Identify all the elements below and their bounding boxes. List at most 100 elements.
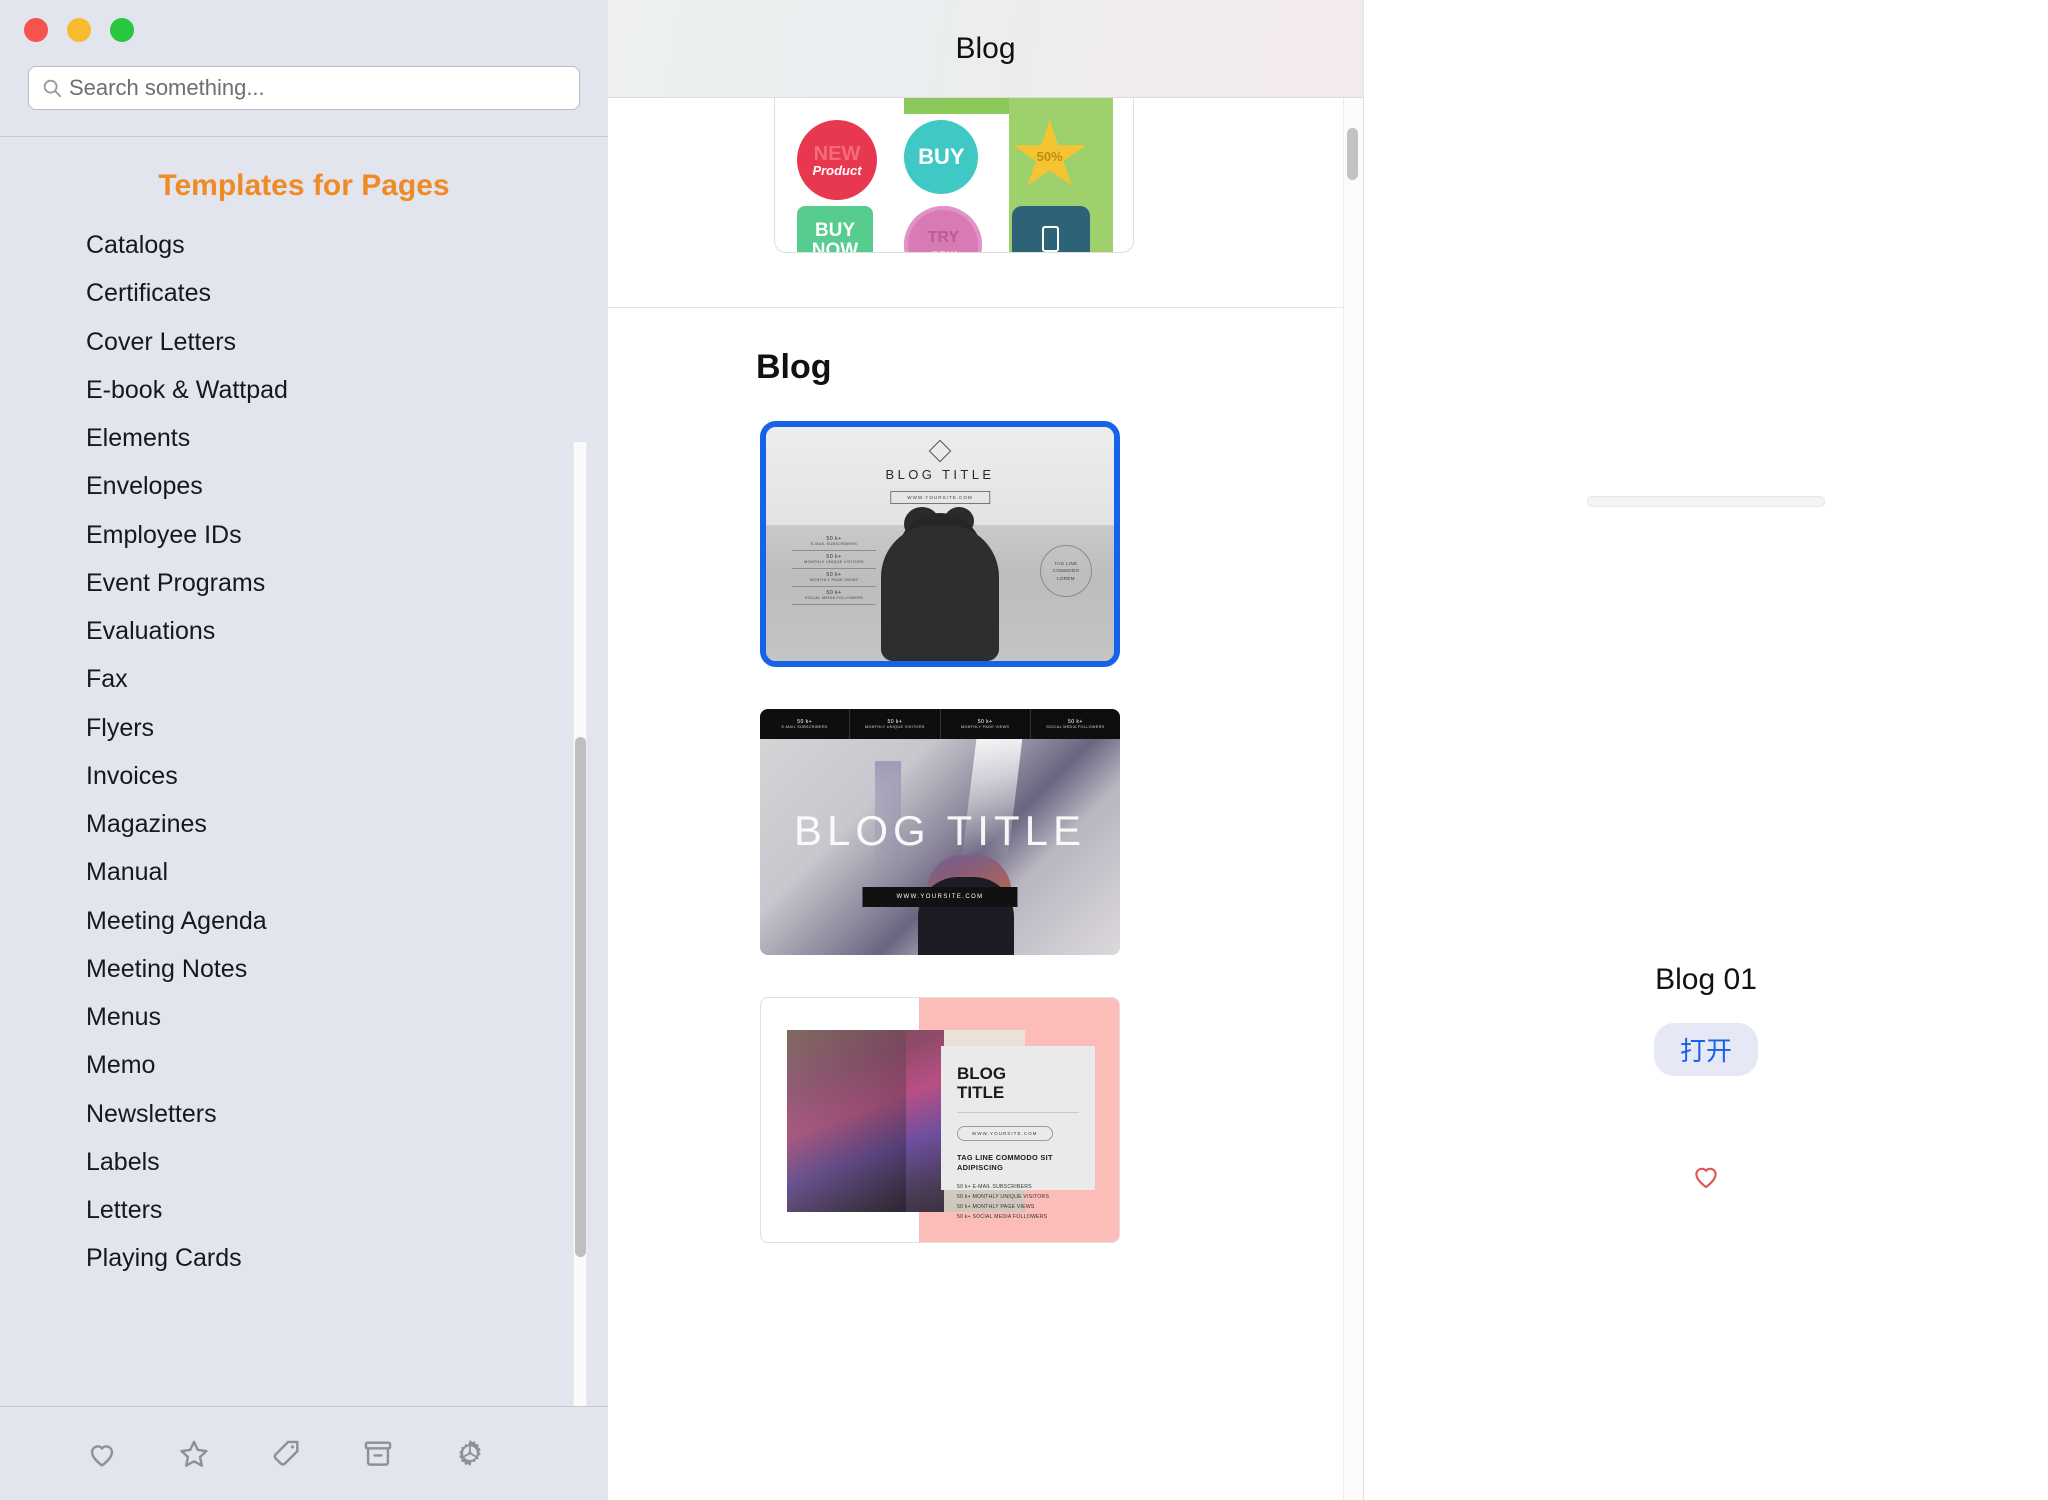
favorite-toggle[interactable]: [1689, 1160, 1723, 1197]
sidebar: Templates for Pages Catalogs Certificates…: [0, 0, 608, 1500]
stat-label: MONTHLY PAGE VIEWS: [961, 725, 1010, 729]
sidebar-scroll-area[interactable]: Templates for Pages Catalogs Certificates…: [0, 137, 608, 1406]
sidebar-item-meeting-agenda[interactable]: Meeting Agenda: [0, 897, 608, 945]
sticker-special-offer: SPECIAL OFFER 50% off: [904, 98, 1114, 252]
sidebar-item-catalogs[interactable]: Catalogs: [0, 221, 608, 269]
sidebar-item-label: Cover Letters: [86, 327, 237, 356]
window-controls: [0, 0, 608, 50]
thumbnail-title: BLOG: [957, 1064, 1007, 1083]
sidebar-item-evaluations[interactable]: Evaluations: [0, 607, 608, 655]
stat-row: 50 k+ MONTHLY PAGE VIEWS: [792, 569, 876, 587]
sidebar-scrollbar-thumb[interactable]: [575, 737, 586, 1257]
sticker-buy: BUY: [904, 120, 979, 194]
sticker-label: OFFER: [929, 98, 983, 100]
template-thumbnail-list: BLOG TITLE WWW.YOURSITE.COM 50 k+ E-MAIL …: [608, 387, 1363, 1243]
sidebar-item-label: Magazines: [86, 810, 207, 838]
sidebar-item-elements[interactable]: Elements: [0, 414, 608, 462]
sticker-try-now: TRY now: [904, 206, 983, 252]
sidebar-item-magazines[interactable]: Magazines: [0, 800, 608, 848]
sidebar-item-flyers[interactable]: Flyers: [0, 704, 608, 752]
tags-button[interactable]: [240, 1424, 332, 1484]
open-button[interactable]: 打开: [1653, 1023, 1759, 1076]
thumbnail-tagline: TAG LINE COMMODO SIT ADIPISCING: [957, 1153, 1053, 1173]
minimize-button[interactable]: [67, 18, 91, 42]
stat-row: 50 k+ E-MAIL SUBSCRIBERS: [792, 533, 876, 551]
sticker-label: BUY: [814, 219, 856, 241]
search-box[interactable]: [28, 66, 580, 110]
template-thumbnail-blog-01[interactable]: BLOG TITLE WWW.YOURSITE.COM 50 k+ E-MAIL …: [760, 421, 1120, 667]
heart-icon: [1695, 1167, 1717, 1189]
sidebar-item-playing-cards[interactable]: Playing Cards: [0, 1234, 608, 1282]
sidebar-item-meeting-notes[interactable]: Meeting Notes: [0, 945, 608, 993]
sidebar-item-label: Elements: [86, 424, 191, 452]
sidebar-item-label: Newsletters: [86, 1099, 217, 1128]
sidebar-item-memo[interactable]: Memo: [0, 1041, 608, 1089]
archive-button[interactable]: [332, 1424, 424, 1484]
stat-cell: 50 k+ MONTHLY UNIQUE VISITORS: [850, 709, 941, 739]
starred-button[interactable]: [148, 1424, 240, 1484]
thumbnail-title: TITLE: [957, 1083, 1005, 1103]
template-thumbnail-blog-03[interactable]: BLOG TITLE WWW.YOURSITE.COM TAG LINE COM…: [760, 997, 1120, 1243]
stat-label: SOCIAL MEDIA FOLLOWERS: [1046, 725, 1105, 729]
sidebar-item-label: E-book & Wattpad: [86, 375, 288, 404]
sidebar-item-manual[interactable]: Manual: [0, 848, 608, 896]
sidebar-scrollbar-track[interactable]: [573, 442, 587, 1406]
center-scrollbar-thumb[interactable]: [1347, 128, 1358, 180]
sticker-template-card[interactable]: BIG SALE ON THE EBAY JOIN NOW OFFER SPEC…: [774, 98, 1134, 253]
person-silhouette: [881, 525, 999, 661]
sidebar-item-label: Menus: [86, 1003, 162, 1031]
stat-row: 50 k+ SOCIAL MEDIA FOLLOWERS: [792, 587, 876, 605]
sidebar-item-certificates[interactable]: Certificates: [0, 269, 608, 317]
star-icon: [180, 1440, 208, 1467]
thumbnail-text-card: BLOG TITLE WWW.YOURSITE.COM TAG LINE COM…: [941, 1046, 1095, 1220]
center-scroll-area[interactable]: BIG SALE ON THE EBAY JOIN NOW OFFER SPEC…: [608, 98, 1363, 1500]
sidebar-item-employee-ids[interactable]: Employee IDs: [0, 511, 608, 559]
stat-line: 50 k+ E-MAIL SUBSCRIBERS: [957, 1183, 1032, 1190]
sticker-grid: BIG SALE ON THE EBAY JOIN NOW OFFER SPEC…: [797, 98, 1114, 252]
badge-line: TAG LINE: [1054, 560, 1078, 566]
center-panel: Blog BIG SALE ON THE EBAY JOIN NOW: [608, 0, 1364, 1500]
search-icon: [43, 79, 62, 98]
sticker-new-product: NEW Product: [797, 120, 877, 200]
stat-line: 50 k+ SOCIAL MEDIA FOLLOWERS: [957, 1213, 1048, 1220]
thumbnail-title: BLOG TITLE: [885, 467, 995, 482]
favorites-button[interactable]: [56, 1424, 148, 1484]
sticker-label: BUY: [918, 144, 965, 169]
sidebar-item-label: Playing Cards: [86, 1244, 242, 1273]
gear-icon: [459, 1439, 481, 1466]
settings-button[interactable]: [424, 1424, 516, 1484]
sidebar-item-newsletters[interactable]: Newsletters: [0, 1090, 608, 1138]
sticker-label: TRY: [927, 229, 960, 247]
sidebar-item-label: Evaluations: [86, 617, 216, 645]
sidebar-item-fax[interactable]: Fax: [0, 655, 608, 703]
template-thumbnail-blog-02[interactable]: 50 k+ E-MAIL SUBSCRIBERS 50 k+ MONTHLY UNIQ…: [760, 709, 1120, 955]
sidebar-section-title: Templates for Pages: [158, 169, 450, 202]
search-input[interactable]: [69, 75, 567, 101]
center-scrollbar-track[interactable]: [1343, 98, 1363, 1500]
sidebar-item-cover-letters[interactable]: Cover Letters: [0, 318, 608, 366]
sidebar-item-event-programs[interactable]: Event Programs: [0, 559, 608, 607]
stat-line: 50 k+ MONTHLY UNIQUE VISITORS: [957, 1193, 1050, 1200]
sidebar-item-label: Meeting Notes: [86, 954, 248, 983]
tag-icon: [273, 1440, 299, 1466]
stat-label: SOCIAL MEDIA FOLLOWERS: [804, 596, 864, 600]
sidebar-item-menus[interactable]: Menus: [0, 993, 608, 1041]
sidebar-item-envelopes[interactable]: Envelopes: [0, 462, 608, 510]
thumbnail-badge: TAG LINE COMMODO LOREM: [1040, 545, 1092, 597]
search-container: [0, 50, 608, 110]
sidebar-item-letters[interactable]: Letters: [0, 1186, 608, 1234]
sidebar-item-label: Memo: [86, 1051, 156, 1080]
sidebar-item-labels[interactable]: Labels: [0, 1138, 608, 1186]
sidebar-item-label: Invoices: [86, 761, 178, 790]
sidebar-item-e-book-wattpad[interactable]: E-book & Wattpad: [0, 366, 608, 414]
sidebar-footer-toolbar: [0, 1406, 608, 1500]
close-button[interactable]: [24, 18, 48, 42]
zoom-button[interactable]: [110, 18, 134, 42]
sticker-buy-now: BUY NOW AT THE LOREM: [797, 206, 873, 252]
sidebar-item-invoices[interactable]: Invoices: [0, 752, 608, 800]
sidebar-item-label: Fax: [86, 665, 128, 694]
thumbnail-title: BLOG TITLE: [794, 807, 1086, 854]
app-window: Templates for Pages Catalogs Certificates…: [0, 0, 2048, 1500]
stat-label: MONTHLY UNIQUE VISITORS: [804, 560, 864, 564]
archive-icon: [364, 1440, 392, 1466]
